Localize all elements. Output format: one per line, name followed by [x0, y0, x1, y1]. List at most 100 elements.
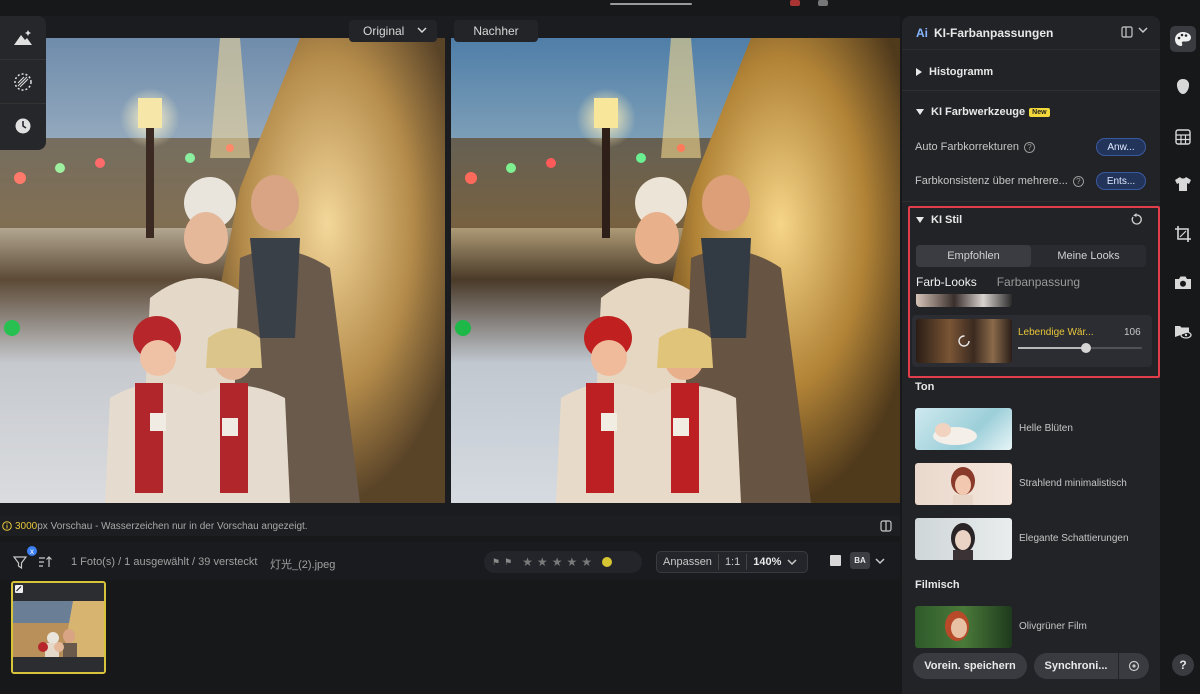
preset-name: Olivgrüner Film [1019, 621, 1087, 632]
chevron-down-icon[interactable] [787, 558, 797, 566]
segment-my-looks[interactable]: Meine Looks [1031, 245, 1146, 267]
mountain-sparkle-icon [14, 29, 32, 45]
panel-header: Ai KI-Farbanpassungen [902, 16, 1160, 50]
color-consistency-button[interactable]: Ents... [1096, 172, 1146, 190]
zoom-select[interactable]: 140% [747, 556, 787, 568]
histogram-section[interactable]: Histogramm [916, 66, 993, 78]
auto-correction-row: Auto Farbkorrekturen ? [915, 141, 1035, 153]
slider-handle[interactable] [1081, 343, 1092, 353]
app-window: Original Nachher 3000 px Vorschau - Wass… [0, 0, 1200, 694]
after-photo[interactable] [451, 38, 900, 503]
rail-portrait[interactable] [1172, 76, 1194, 98]
filmstrip-toolbar: x 1 Foto(s) / 1 ausgewählt / 39 versteck… [0, 542, 900, 580]
scene-illustration [451, 38, 900, 503]
after-label: Nachher [454, 20, 538, 42]
preset-item[interactable]: Olivgrüner Film [915, 606, 1151, 648]
chevron-down-icon[interactable] [875, 557, 885, 565]
segment-recommended[interactable]: Empfohlen [916, 245, 1031, 267]
filmstrip [0, 580, 900, 694]
selection-info: 1 Foto(s) / 1 ausgewählt / 39 versteckt [71, 556, 258, 568]
fit-button[interactable]: Anpassen [657, 556, 718, 568]
preset-thumbnail [915, 518, 1012, 560]
group-tone-label: Ton [915, 381, 935, 393]
rail-crop[interactable] [1172, 223, 1194, 245]
scene-illustration [0, 38, 445, 503]
tab-color-looks[interactable]: Farb-Looks [916, 275, 977, 289]
panel-title: KI-Farbanpassungen [934, 25, 1054, 40]
filter-badge[interactable]: x [27, 546, 37, 556]
one-to-one-button[interactable]: 1:1 [719, 556, 746, 568]
shirt-icon [1175, 177, 1191, 191]
slider-fill [1018, 347, 1087, 349]
star-icon[interactable]: ★ [581, 555, 592, 569]
collapse-arrow-icon [916, 217, 924, 223]
histogram-label: Histogramm [929, 66, 994, 78]
rail-camera[interactable] [1172, 271, 1194, 293]
tool-palette [0, 16, 46, 150]
settings-icon [1128, 660, 1140, 672]
toolbar-icon[interactable] [818, 0, 828, 6]
look-thumbnail-partial[interactable] [916, 294, 1012, 307]
face-icon [1176, 79, 1190, 94]
before-after-view-button[interactable]: BA [850, 552, 870, 569]
color-consistency-row: Farbkonsistenz über mehrere... ? [915, 175, 1084, 187]
single-view-icon[interactable] [830, 555, 841, 566]
camera-icon [1175, 276, 1191, 289]
reset-icon[interactable] [1130, 213, 1143, 226]
before-photo[interactable] [0, 38, 445, 503]
help-button[interactable]: ? [1172, 654, 1194, 676]
preset-name: Strahlend minimalistisch [1019, 478, 1127, 489]
preset-thumbnail [915, 463, 1012, 505]
color-tools-section[interactable]: KI Farbwerkzeuge New [916, 106, 1050, 118]
group-film-label: Filmisch [915, 579, 960, 591]
preset-item[interactable]: Strahlend minimalistisch [915, 463, 1151, 505]
help-icon[interactable]: ? [1072, 175, 1084, 187]
crop-icon [1175, 226, 1191, 242]
sort-icon[interactable] [38, 555, 52, 569]
tool-history[interactable] [0, 104, 46, 148]
help-icon[interactable]: ? [1023, 141, 1035, 153]
rail-grid[interactable] [1172, 126, 1194, 148]
toolbar-icon[interactable] [790, 0, 800, 6]
sync-settings-button[interactable] [1119, 653, 1149, 679]
save-preset-button[interactable]: Vorein. speichern [913, 653, 1027, 679]
looks-subtabs: Farb-Looks Farbanpassung [916, 275, 1080, 289]
top-strip [0, 0, 900, 16]
star-icon[interactable]: ★ [522, 555, 533, 569]
filter-icon[interactable] [13, 555, 27, 569]
active-look-item[interactable]: Lebendige Wär... 106 [912, 315, 1152, 367]
rail-color-palette[interactable] [1170, 26, 1196, 52]
tab-color-matching[interactable]: Farbanpassung [997, 275, 1080, 289]
split-view-icon[interactable] [880, 520, 892, 532]
rail-clothing[interactable] [1172, 173, 1194, 195]
preview-status-bar: 3000 px Vorschau - Wasserzeichen nur in … [0, 516, 900, 536]
thumbnail-image [13, 583, 104, 672]
star-icon[interactable]: ★ [537, 555, 548, 569]
ai-style-section[interactable]: KI Stil [916, 214, 962, 226]
star-icon[interactable]: ★ [552, 555, 563, 569]
tool-texture[interactable] [0, 60, 46, 104]
preset-thumbnail [915, 408, 1012, 450]
tool-adjust[interactable] [0, 16, 46, 60]
flag-icon[interactable]: ⚑ [492, 557, 500, 568]
sync-button[interactable]: Synchroni... [1034, 653, 1118, 679]
rail-folder-preview[interactable] [1172, 320, 1194, 342]
reject-flag-icon[interactable]: ⚑ [504, 557, 512, 568]
look-intensity-slider[interactable] [1018, 343, 1142, 353]
panel-layout-toggle[interactable] [1121, 26, 1148, 38]
preset-item[interactable]: Helle Blüten [915, 408, 1151, 450]
star-icon[interactable]: ★ [566, 555, 577, 569]
dotted-circle-icon [14, 72, 32, 91]
clock-icon [15, 118, 31, 134]
apply-auto-correction-button[interactable]: Anw... [1096, 138, 1146, 156]
photo-thumbnail[interactable] [11, 581, 106, 674]
preset-thumbnail [915, 606, 1012, 648]
divider [902, 90, 1160, 91]
tool-rail: ? [1166, 16, 1200, 694]
preset-item[interactable]: Elegante Schattierungen [915, 518, 1151, 560]
color-label-dot[interactable] [601, 557, 612, 567]
preset-name: Elegante Schattierungen [1019, 533, 1129, 544]
before-view-select[interactable]: Original [349, 20, 437, 42]
ai-style-label: KI Stil [931, 214, 963, 226]
new-badge: New [1029, 107, 1050, 117]
